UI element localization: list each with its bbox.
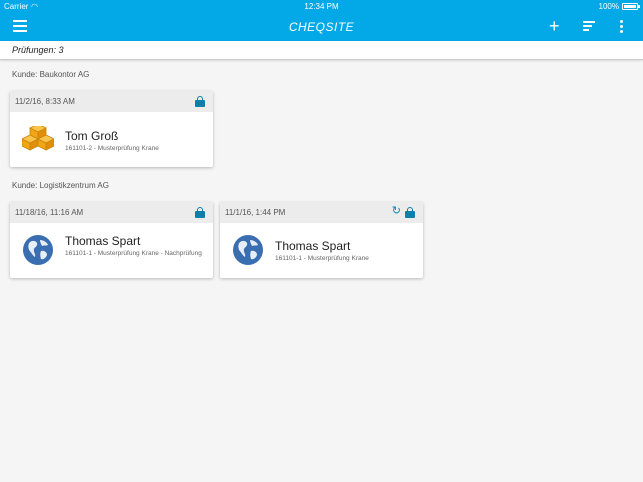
app-title: CHEQSITE [288,20,355,34]
app-bar: CHEQSITE + [0,13,643,41]
card-date: 11/18/16, 11:16 AM [15,208,84,217]
refresh-icon[interactable]: ↻ [392,205,401,218]
sort-icon[interactable] [583,21,595,33]
card-subtitle: 161101-2 - Musterprüfung Krane [65,145,159,152]
battery-percent: 100% [598,2,619,11]
card-date: 11/1/16, 1:44 PM [225,208,286,217]
more-vert-icon[interactable] [620,20,624,35]
inspection-card[interactable]: 11/2/16, 8:33 AM Tom Groß 161101-2 - Mus… [10,91,213,167]
card-header: 11/18/16, 11:16 AM [10,202,213,223]
lock-icon [405,207,415,218]
count-bar: Prüfungen: 3 [0,41,643,60]
group-label-baukontor: Kunde: Baukontor AG [12,70,90,79]
plus-icon[interactable]: + [549,16,560,36]
battery-icon [622,3,640,10]
lock-icon [195,96,205,107]
card-name: Tom Groß [65,129,119,143]
globe-icon [232,234,264,271]
card-header: 11/2/16, 8:33 AM [10,91,213,112]
group-label-logistikzentrum: Kunde: Logistikzentrum AG [12,181,109,190]
inspection-card[interactable]: 11/1/16, 1:44 PM ↻ Thomas Spart 161101-1… [220,202,423,278]
card-name: Thomas Spart [275,239,351,253]
card-subtitle: 161101-1 - Musterprüfung Krane [275,255,369,262]
lock-icon [195,207,205,218]
card-name: Thomas Spart [65,234,141,248]
card-subtitle: 161101-1 - Musterprüfung Krane - Nachprü… [65,250,202,257]
inspection-count: Prüfungen: 3 [12,45,64,55]
card-date: 11/2/16, 8:33 AM [15,97,75,106]
boxes-icon [21,123,55,159]
inspection-card[interactable]: 11/18/16, 11:16 AM Thomas Spart 161101-1… [10,202,213,278]
status-bar: Carrier ◠ 12:34 PM 100% [0,0,643,13]
card-header: 11/1/16, 1:44 PM ↻ [220,202,423,223]
globe-icon [22,234,54,271]
status-time: 12:34 PM [304,2,339,11]
